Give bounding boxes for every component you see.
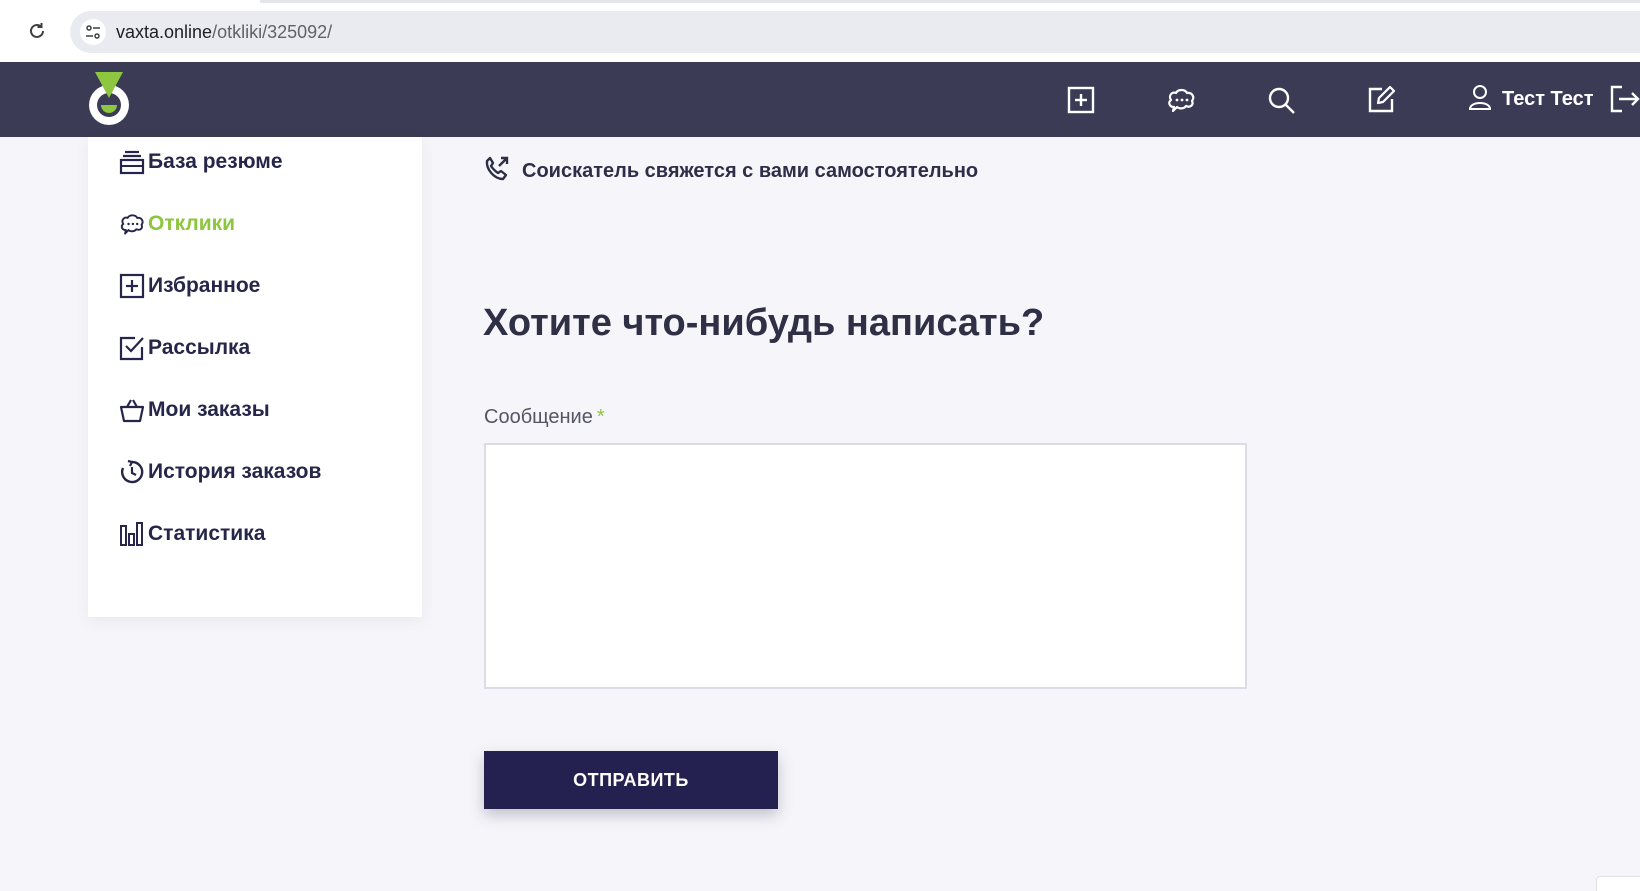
submit-button[interactable]: ОТПРАВИТЬ xyxy=(484,751,778,809)
site-header: Тест Тест xyxy=(0,62,1640,137)
sidebar-item-mailing[interactable]: Рассылка xyxy=(118,333,250,363)
user-menu[interactable]: Тест Тест xyxy=(1468,82,1594,116)
browser-toolbar: vaxta.online/otkliki/325092/ xyxy=(0,0,1640,62)
user-name: Тест Тест xyxy=(1502,87,1594,110)
site-logo[interactable] xyxy=(84,70,134,128)
sidebar-item-label: База резюме xyxy=(148,150,283,173)
history-icon xyxy=(118,457,146,487)
contact-note-text: Соискатель свяжется с вами самостоятельн… xyxy=(522,160,979,182)
search-icon[interactable] xyxy=(1266,85,1296,115)
reload-icon[interactable] xyxy=(26,20,48,42)
bar-chart-icon xyxy=(118,519,146,549)
message-field[interactable] xyxy=(484,443,1247,689)
resume-stack-icon xyxy=(118,147,146,177)
page-title: Хотите что-нибудь написать? xyxy=(483,302,1045,344)
corner-widget xyxy=(1596,876,1640,891)
basket-icon xyxy=(118,395,146,425)
url-host: vaxta.online xyxy=(116,22,213,42)
message-label: Сообщение * xyxy=(484,406,605,429)
sidebar-item-responses[interactable]: Отклики xyxy=(118,209,235,239)
sidebar-menu: База резюме Отклики Избранное Рассылка М… xyxy=(88,137,422,617)
tab-strip xyxy=(260,0,1640,3)
address-bar[interactable]: vaxta.online/otkliki/325092/ xyxy=(70,11,1640,53)
message-label-text: Сообщение xyxy=(484,406,593,428)
sidebar-item-favorites[interactable]: Избранное xyxy=(118,271,260,301)
edit-icon[interactable] xyxy=(1366,85,1396,115)
user-icon xyxy=(1468,84,1492,115)
sidebar-item-label: Рассылка xyxy=(148,336,251,359)
phone-call-icon xyxy=(482,155,510,188)
sidebar-item-label: Статистика xyxy=(148,522,266,545)
chat-icon[interactable] xyxy=(1166,85,1196,115)
add-square-icon xyxy=(118,271,146,301)
url-text[interactable]: vaxta.online/otkliki/325092/ xyxy=(116,22,332,43)
url-path: /otkliki/325092/ xyxy=(212,22,333,42)
site-settings-icon[interactable] xyxy=(80,19,106,45)
sidebar-item-order-history[interactable]: История заказов xyxy=(118,457,321,487)
sidebar-item-resume-base[interactable]: База резюме xyxy=(118,147,283,177)
sidebar-item-label: Мои заказы xyxy=(148,398,270,421)
sidebar-item-label: Отклики xyxy=(148,212,236,235)
add-square-icon[interactable] xyxy=(1066,85,1096,115)
checkbox-icon xyxy=(118,333,146,363)
chat-icon xyxy=(118,209,146,239)
sidebar-item-label: История заказов xyxy=(148,460,322,483)
required-mark: * xyxy=(596,406,605,428)
sidebar-item-label: Избранное xyxy=(148,274,261,297)
sidebar-item-my-orders[interactable]: Мои заказы xyxy=(118,395,270,425)
logout-icon[interactable] xyxy=(1608,83,1640,115)
contact-note: Соискатель свяжется с вами самостоятельн… xyxy=(482,155,978,188)
sidebar-item-statistics[interactable]: Статистика xyxy=(118,519,265,549)
